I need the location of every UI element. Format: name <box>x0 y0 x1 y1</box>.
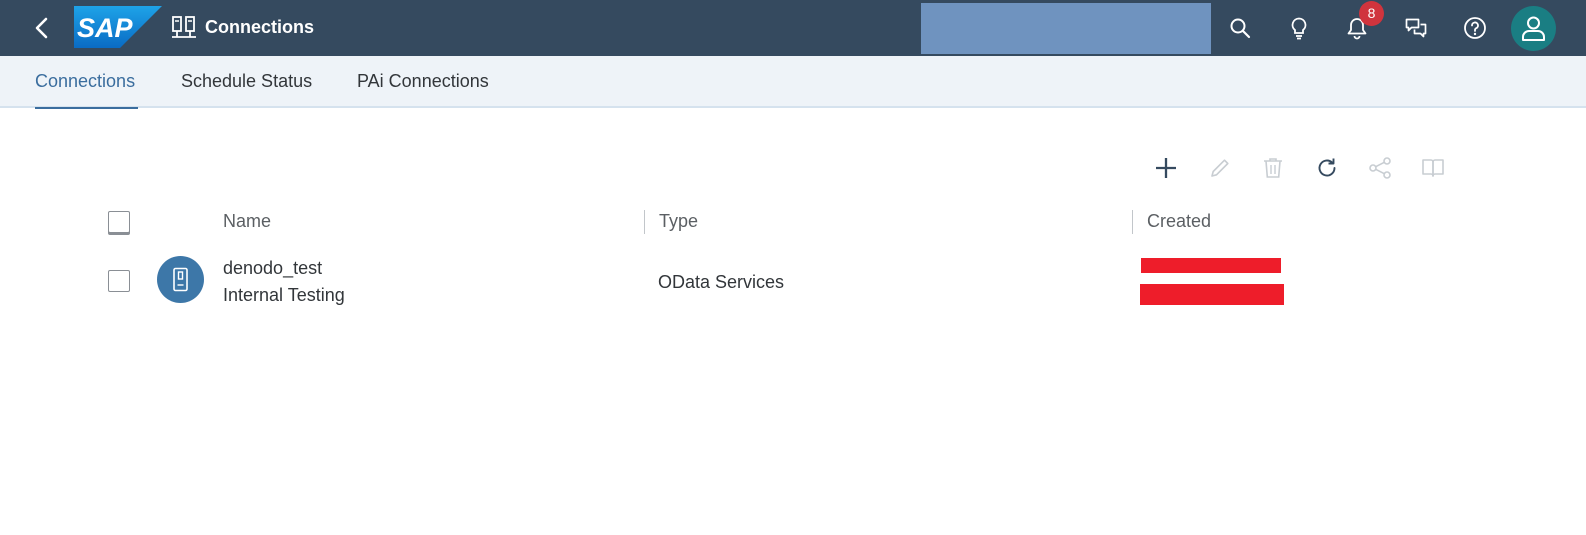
whats-new-button[interactable] <box>1281 10 1317 46</box>
column-separator[interactable] <box>1132 210 1133 234</box>
tab-schedule-status[interactable]: Schedule Status <box>181 70 312 92</box>
tab-connections[interactable]: Connections <box>35 70 135 92</box>
column-header-type[interactable]: Type <box>659 210 698 232</box>
user-avatar-button[interactable] <box>1511 6 1556 51</box>
svg-text:SAP: SAP <box>77 13 134 43</box>
book-icon <box>1422 159 1444 177</box>
redacted-created-user <box>1140 284 1284 305</box>
feedback-button[interactable] <box>1398 10 1434 46</box>
tab-pai-connections[interactable]: PAi Connections <box>357 70 489 92</box>
help-button[interactable] <box>1457 10 1493 46</box>
search-button[interactable] <box>1222 10 1258 46</box>
connection-type: OData Services <box>658 272 785 292</box>
shell-bar: SAP Connections 8 <box>0 0 1586 56</box>
connection-description: Internal Testing <box>223 285 345 305</box>
column-separator[interactable] <box>644 210 645 234</box>
refresh-icon <box>1318 158 1336 177</box>
share-button[interactable] <box>1365 153 1395 183</box>
redacted-created-date <box>1141 258 1281 273</box>
delete-icon <box>1264 158 1282 178</box>
refresh-button[interactable] <box>1312 153 1342 183</box>
chat-icon <box>1405 18 1427 38</box>
add-button[interactable] <box>1151 153 1181 183</box>
search-field[interactable] <box>921 3 1211 54</box>
tab-bar: Connections Schedule Status PAi Connecti… <box>0 56 1586 108</box>
edit-icon <box>1211 159 1229 177</box>
column-header-name[interactable]: Name <box>223 210 271 232</box>
chevron-left-icon <box>35 17 48 39</box>
select-all-checkbox[interactable] <box>108 211 130 233</box>
column-header-created[interactable]: Created <box>1147 210 1211 232</box>
back-button[interactable] <box>26 12 58 44</box>
sap-logo: SAP <box>74 6 162 48</box>
connection-name[interactable]: denodo_test <box>223 257 322 279</box>
connection-device-icon <box>173 267 188 292</box>
connection-type-avatar <box>157 256 204 303</box>
lightbulb-icon <box>1291 17 1307 40</box>
edit-button[interactable] <box>1205 153 1235 183</box>
delete-button[interactable] <box>1258 153 1288 183</box>
user-icon <box>1522 16 1545 41</box>
selected-tab-indicator <box>35 107 138 109</box>
row-checkbox[interactable] <box>108 270 130 292</box>
open-book-button[interactable] <box>1418 153 1448 183</box>
app-title: Connections <box>205 17 315 37</box>
add-icon <box>1156 158 1176 178</box>
help-icon <box>1464 17 1486 39</box>
notification-count-badge[interactable]: 8 <box>1359 1 1384 26</box>
share-icon <box>1369 157 1391 179</box>
search-icon <box>1230 18 1251 39</box>
connection-icon <box>172 16 196 38</box>
